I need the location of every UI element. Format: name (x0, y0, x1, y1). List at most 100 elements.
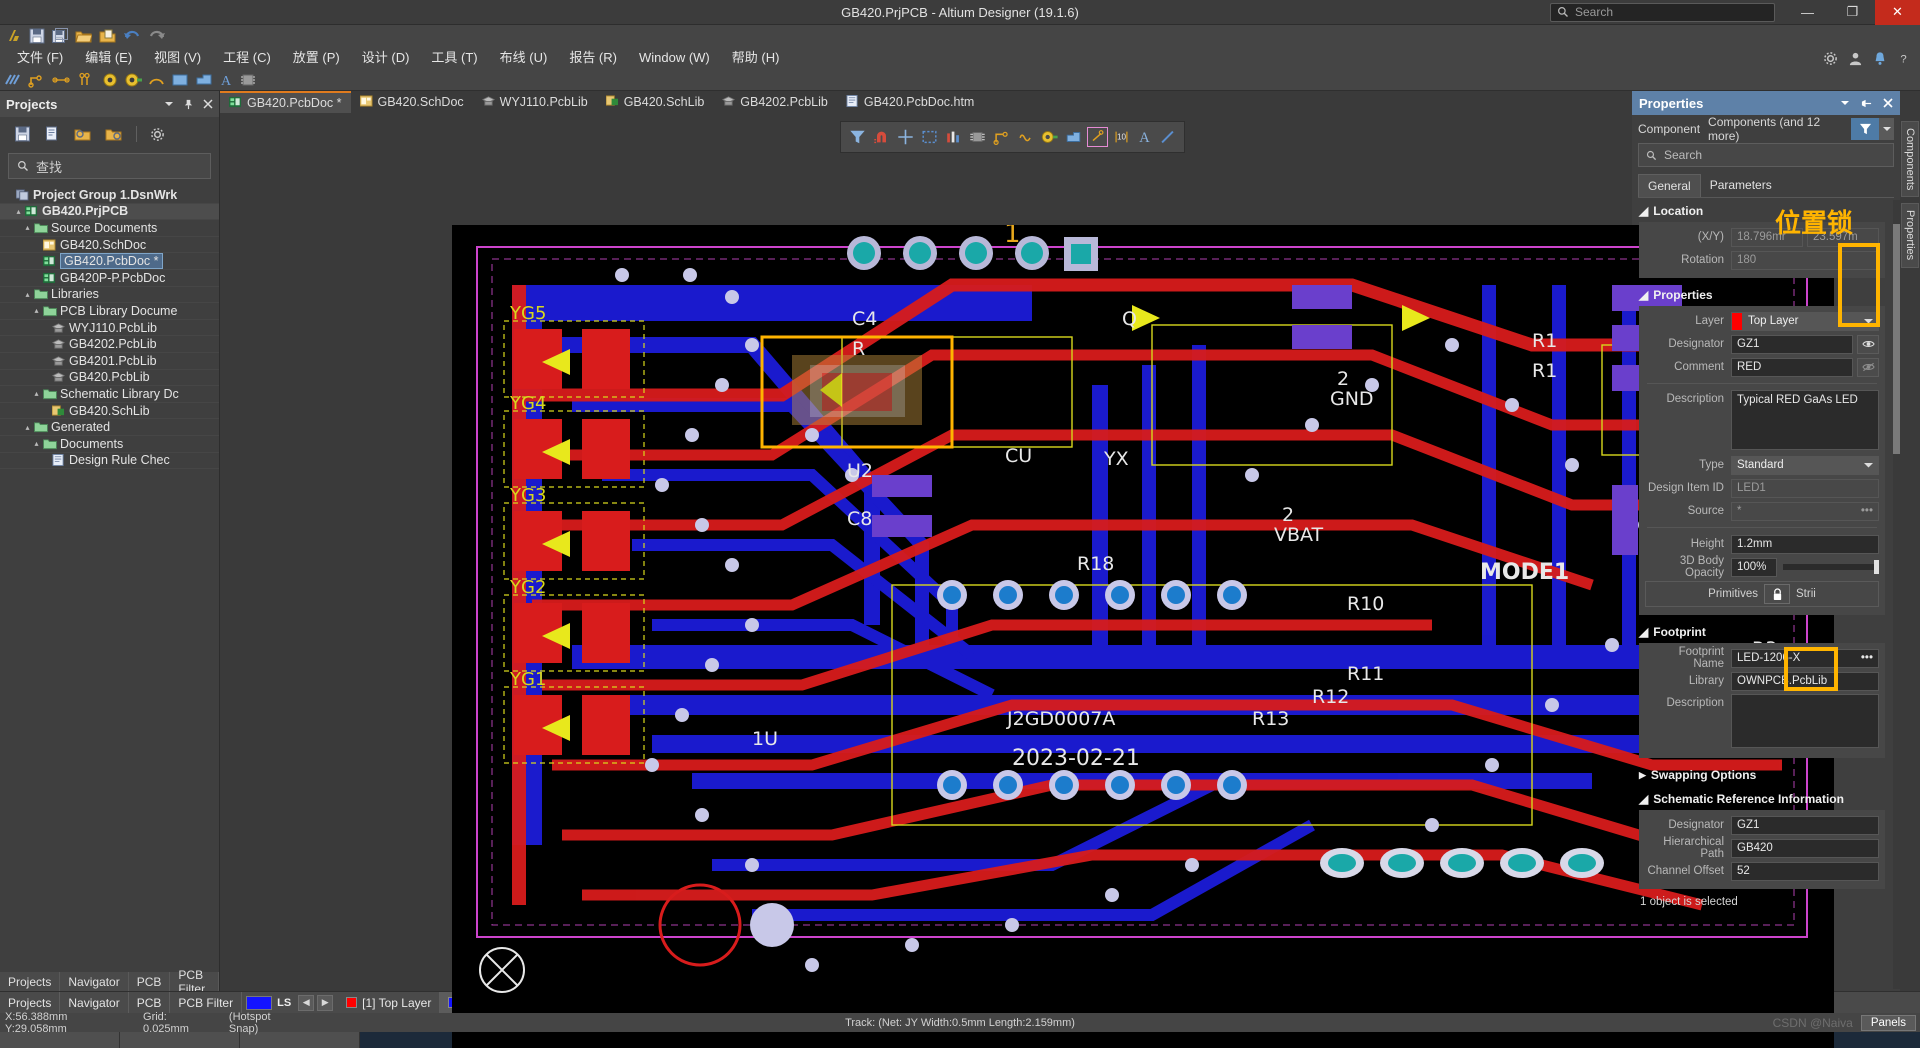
pcb-canvas-container[interactable]: 10 A YG5 YG4 YG3 YG2 YG1 U2 CU YX MODE1 … (220, 113, 1834, 1048)
tab-pcb[interactable]: PCB (128, 972, 171, 991)
section-header-footprint[interactable]: ◢ Footprint (1632, 619, 1892, 643)
doc-tab-wyj110-pcblib[interactable]: WYJ110.PcbLib (473, 91, 597, 113)
tree-item-gb420p-p-pcbdoc[interactable]: GB420P-P.PcbDoc (0, 270, 219, 287)
properties-scrollbar-thumb[interactable] (1893, 224, 1900, 454)
component-icon[interactable] (968, 128, 987, 146)
interactive-routing-icon[interactable] (28, 72, 46, 88)
polygon-pour-icon[interactable] (195, 72, 213, 88)
polygon-icon[interactable] (1064, 128, 1083, 146)
project-tree[interactable]: Project Group 1.DsnWrk ▴ GB420.PrjPCB ▴ Sour… (0, 185, 219, 972)
global-search-input[interactable]: Search (1550, 2, 1775, 22)
opacity-field[interactable]: 100% (1731, 557, 1777, 577)
route-icon[interactable] (992, 128, 1011, 146)
fill-icon[interactable] (171, 72, 189, 88)
tree-item-design-rule-chec[interactable]: Design Rule Chec (0, 453, 219, 470)
pad-icon[interactable] (125, 72, 142, 88)
opacity-slider[interactable] (1783, 560, 1879, 574)
doc-tab-gb420-pcbdoc-htm[interactable]: GB420.PcbDoc.htm (837, 91, 983, 113)
panels-button[interactable]: Panels (1860, 1014, 1916, 1031)
projects-search-input[interactable]: 查找 (8, 153, 211, 179)
tree-expand-arrow-icon[interactable]: ▴ (31, 389, 42, 398)
tree-item-project-group-1-dsnwrk[interactable]: Project Group 1.DsnWrk (0, 187, 219, 204)
document-tab-bar[interactable]: GB420.PcbDoc * GB420.SchDoc WYJ110.PcbLib G… (220, 91, 1632, 113)
type-select[interactable]: Standard (1731, 455, 1879, 475)
menu-design[interactable]: 设计 (D) (351, 47, 421, 69)
tree-expand-arrow-icon[interactable]: ▴ (31, 306, 42, 315)
doc-tab-gb420-schlib[interactable]: GB420.SchLib (597, 91, 714, 113)
menu-tools[interactable]: 工具 (T) (420, 47, 488, 69)
opacity-slider-handle[interactable] (1874, 560, 1879, 574)
via-icon[interactable] (102, 72, 119, 88)
tree-item-gb420-prjpcb[interactable]: ▴ GB420.PrjPCB (0, 203, 219, 221)
layer-stack-icon[interactable] (944, 128, 963, 146)
undo-icon[interactable] (123, 28, 141, 44)
properties-search-input[interactable]: Search (1638, 143, 1894, 167)
arc-icon[interactable] (148, 72, 165, 88)
tree-item-schematic-library-dc[interactable]: ▴ Schematic Library Dc (0, 386, 219, 403)
tab-projects[interactable]: Projects (0, 972, 61, 991)
footprint-more-button[interactable]: ••• (1861, 652, 1873, 664)
menu-file[interactable]: 文件 (F) (6, 47, 74, 69)
layer-scroll-prev-button[interactable]: ◀ (298, 994, 315, 1011)
tree-item-gb420-pcbdoc[interactable]: GB420.PcbDoc * (0, 253, 219, 270)
source-field[interactable]: * ••• (1731, 501, 1879, 521)
properties-scrollbar-track[interactable] (1893, 200, 1900, 989)
minimize-button[interactable]: — (1785, 0, 1830, 25)
layer-tab-1-top-layer[interactable]: [1] Top Layer (338, 992, 441, 1013)
differential-pair-icon[interactable] (52, 72, 72, 88)
magnet-icon[interactable] (872, 128, 891, 146)
channel-offset-field[interactable]: 52 (1731, 861, 1879, 881)
filter-button[interactable] (1851, 118, 1879, 140)
menu-place[interactable]: 放置 (P) (282, 47, 351, 69)
dimension-icon[interactable]: 10 (1112, 128, 1131, 146)
menu-reports[interactable]: 报告 (R) (558, 47, 628, 69)
arc-dimension-icon[interactable] (1087, 127, 1108, 147)
open-project-icon[interactable] (99, 28, 116, 44)
tree-expand-arrow-icon[interactable]: ▴ (13, 207, 24, 216)
selection-rect-icon[interactable] (920, 128, 939, 146)
designator-visibility-toggle[interactable] (1857, 334, 1879, 354)
source-more-button[interactable]: ••• (1861, 505, 1873, 517)
notification-bell-icon[interactable] (1873, 51, 1887, 66)
menu-project[interactable]: 工程 (C) (212, 47, 282, 69)
tree-item-gb4201-pcblib[interactable]: GB4201.PcbLib (0, 353, 219, 370)
tree-item-pcb-library-docume[interactable]: ▴ PCB Library Docume (0, 303, 219, 320)
doc-tab-gb420-schdoc[interactable]: GB420.SchDoc (351, 91, 473, 113)
menu-window[interactable]: Window (W) (628, 47, 721, 69)
tab-general[interactable]: General (1638, 174, 1701, 197)
description-field[interactable]: Typical RED GaAs LED (1731, 390, 1879, 450)
close-icon[interactable] (1883, 98, 1893, 108)
close-button[interactable]: ✕ (1875, 0, 1920, 25)
filter-dropdown-button[interactable] (1879, 118, 1894, 140)
compile-icon[interactable] (44, 126, 61, 142)
primitives-lock-button[interactable] (1764, 584, 1791, 604)
tab-pcb-filter[interactable]: PCB Filter (170, 968, 219, 996)
pcb-canvas[interactable]: YG5 YG4 YG3 YG2 YG1 U2 CU YX MODE1 J2GD000… (452, 225, 1834, 1048)
tree-item-generated[interactable]: ▴ Generated (0, 419, 219, 436)
tree-item-gb420-schlib[interactable]: GB420.SchLib (0, 403, 219, 420)
maximize-restore-button[interactable]: ❐ (1830, 0, 1875, 25)
chevron-down-icon[interactable] (164, 99, 174, 109)
tree-expand-arrow-icon[interactable]: ▴ (22, 223, 33, 232)
tree-item-wyj110-pcblib[interactable]: WYJ110.PcbLib (0, 320, 219, 337)
gear-icon[interactable] (150, 127, 165, 142)
pin-icon[interactable] (1861, 98, 1872, 109)
tab-parameters[interactable]: Parameters (1701, 174, 1781, 197)
pin-icon[interactable] (183, 99, 194, 110)
doc-tab-gb4202-pcblib[interactable]: GB4202.PcbLib (713, 91, 837, 113)
close-icon[interactable] (203, 99, 213, 109)
tree-item-gb420-schdoc[interactable]: GB420.SchDoc (0, 237, 219, 254)
open-folder-icon[interactable] (75, 28, 92, 44)
vtab-components[interactable]: Components (1901, 121, 1919, 198)
route-tracks-icon[interactable] (4, 72, 22, 88)
text-icon[interactable]: A (1136, 128, 1153, 146)
layer-set-chip[interactable]: LS (246, 995, 291, 1010)
design-item-id-field[interactable]: LED1 (1731, 478, 1879, 498)
tab-navigator[interactable]: Navigator (60, 972, 129, 991)
doc-tab-gb420-pcbdoc[interactable]: GB420.PcbDoc * (220, 91, 351, 113)
save-icon[interactable] (29, 28, 45, 44)
tree-item-gb420-pcblib[interactable]: GB420.PcbLib (0, 370, 219, 387)
crosshair-icon[interactable] (896, 128, 915, 146)
save-project-icon[interactable] (14, 126, 31, 142)
tree-item-gb4202-pcblib[interactable]: GB4202.PcbLib (0, 336, 219, 353)
